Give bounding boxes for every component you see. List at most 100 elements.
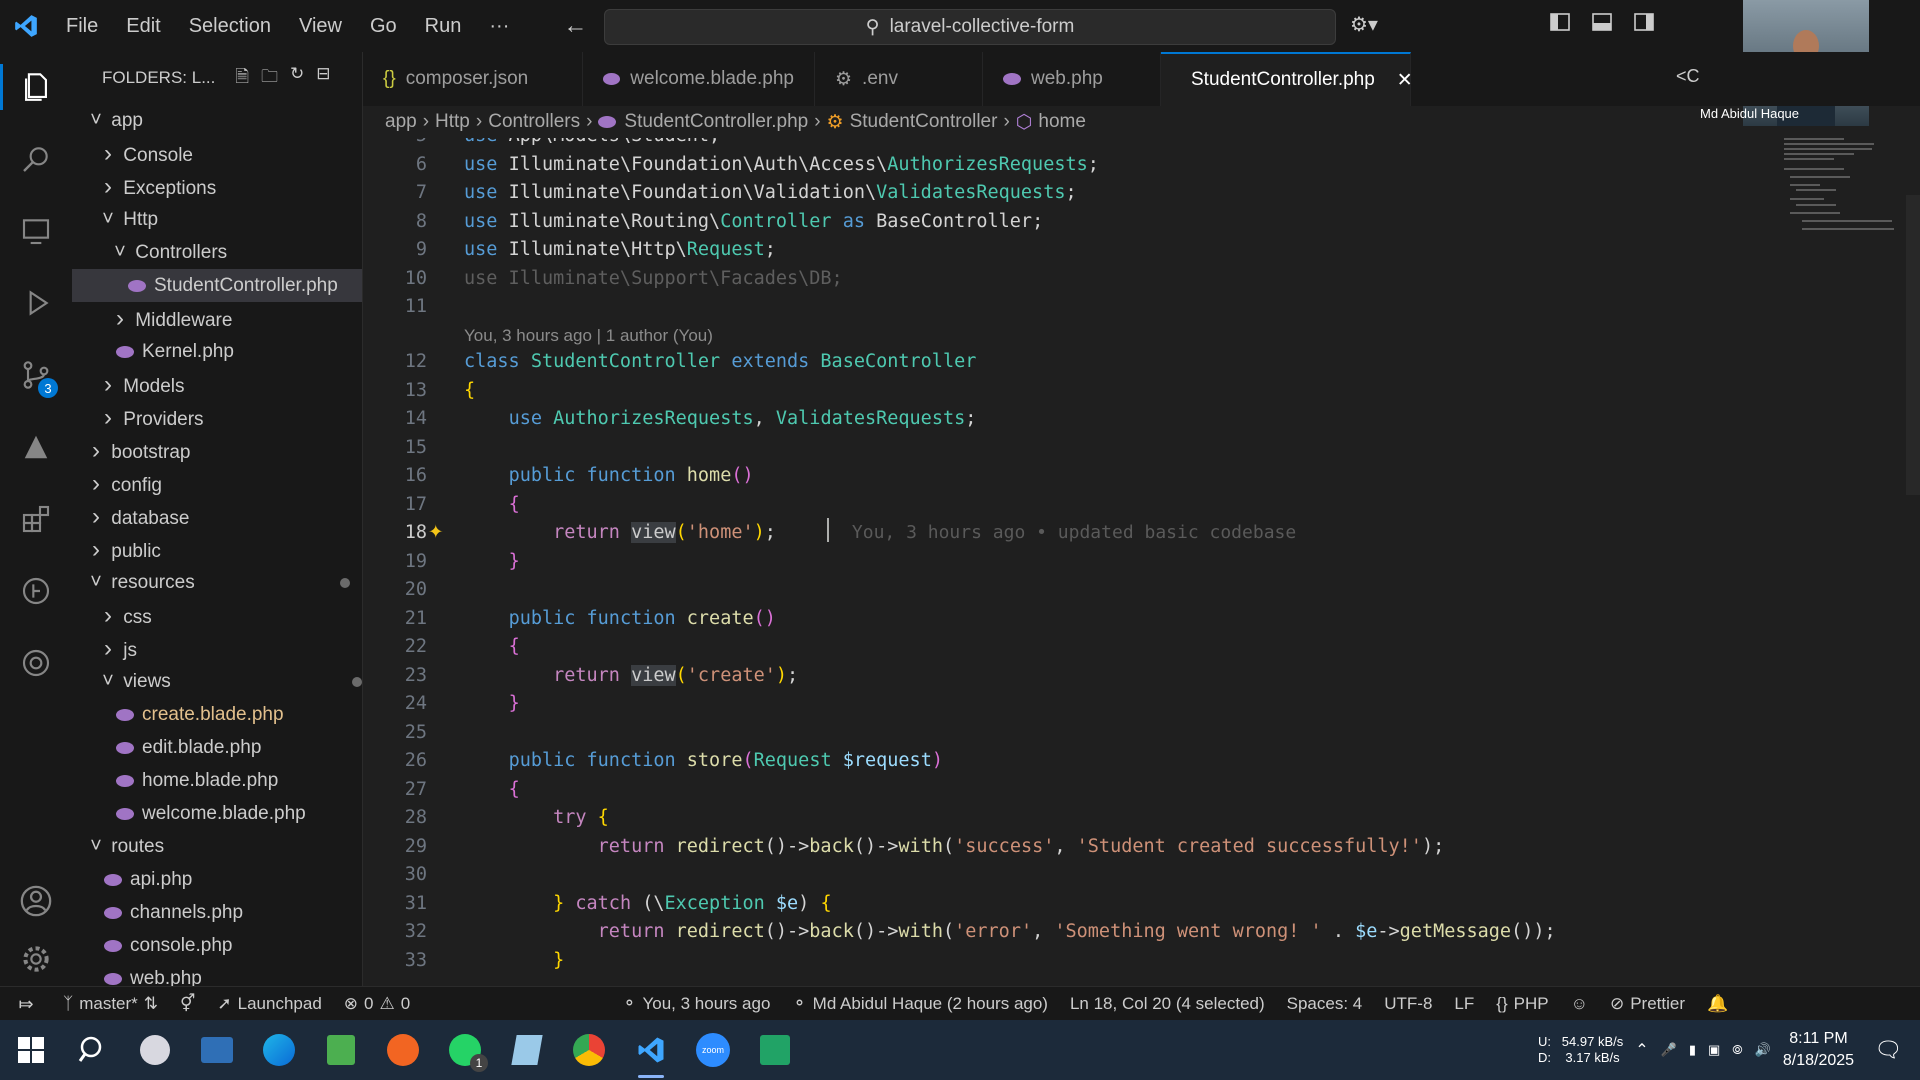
tree-folder[interactable]: › database xyxy=(72,500,362,533)
vscode-taskbar-icon[interactable] xyxy=(620,1020,682,1080)
code-editor[interactable]: 5 use App\Models\Student; 6 use Illuminate\… xyxy=(363,138,1920,986)
tree-file[interactable]: welcome.blade.php xyxy=(72,797,362,830)
breadcrumb-item[interactable]: StudentController xyxy=(850,111,998,133)
menu-item-go[interactable]: Go xyxy=(356,0,411,52)
tree-folder[interactable]: › Providers xyxy=(72,401,362,434)
notepad-icon[interactable] xyxy=(310,1020,372,1080)
tree-folder[interactable]: ˅ Controllers xyxy=(72,236,362,269)
close-icon[interactable]: ✕ xyxy=(1397,69,1413,92)
prettier-status[interactable]: ⊘ Prettier xyxy=(1599,994,1696,1014)
editor-tab[interactable]: web.php xyxy=(983,52,1161,106)
author-status[interactable]: ⚬ Md Abidul Haque (2 hours ago) xyxy=(781,994,1059,1014)
tree-file[interactable]: create.blade.phpM xyxy=(72,698,362,731)
branch-status[interactable]: ᛉ master* ⇅ xyxy=(52,994,169,1014)
display-icon[interactable]: ▣ xyxy=(1708,1042,1720,1058)
breadcrumb-item[interactable]: Http xyxy=(435,111,470,133)
indentation[interactable]: Spaces: 4 xyxy=(1276,994,1374,1014)
remote-indicator-icon[interactable]: ⤇ xyxy=(0,987,52,1021)
tree-folder[interactable]: › css xyxy=(72,599,362,632)
sparkle-icon[interactable]: ✦ xyxy=(428,519,444,547)
collapse-all-icon[interactable]: ⊟ xyxy=(316,64,330,93)
editor-tab[interactable]: {} composer.json xyxy=(363,52,583,106)
explorer-icon[interactable] xyxy=(0,58,72,116)
accounts-icon[interactable] xyxy=(0,872,72,930)
remote-explorer-icon[interactable] xyxy=(0,202,72,260)
command-center-search[interactable]: ⚲ laravel-collective-form xyxy=(604,9,1336,45)
toggle-sidebar-icon[interactable] xyxy=(1592,13,1612,36)
copilot-icon[interactable]: ⚙▾ xyxy=(1350,12,1378,37)
customize-layout-icon[interactable] xyxy=(1550,13,1570,36)
tree-folder[interactable]: › bootstrap xyxy=(72,434,362,467)
tree-folder[interactable]: ˅ routes xyxy=(72,830,362,863)
back-arrow-icon[interactable]: ← xyxy=(563,12,587,40)
menu-item-run[interactable]: Run xyxy=(411,0,476,52)
tree-folder[interactable]: › Console xyxy=(72,137,362,170)
tree-folder[interactable]: › js xyxy=(72,632,362,665)
gitlens-icon[interactable]: ⚥ xyxy=(169,994,206,1014)
language-mode[interactable]: {} PHP xyxy=(1485,994,1559,1014)
new-folder-icon[interactable]: 🗀 xyxy=(261,64,278,93)
chevron-up-icon[interactable]: ⌃ xyxy=(1635,1040,1648,1060)
tree-folder[interactable]: › public xyxy=(72,533,362,566)
clock[interactable]: 8:11 PM 8/18/2025 xyxy=(1783,1028,1854,1072)
tree-folder[interactable]: › Exceptions xyxy=(72,170,362,203)
copilot-status-icon[interactable]: ☺ xyxy=(1560,994,1599,1014)
source-control-icon[interactable]: 3 xyxy=(0,346,72,404)
wifi-icon[interactable]: ⦾ xyxy=(1732,1042,1742,1058)
tree-folder[interactable]: › config xyxy=(72,467,362,500)
tree-folder[interactable]: ˅ app xyxy=(72,104,362,137)
notifications-bell-icon[interactable]: 🔔 xyxy=(1696,994,1739,1014)
run-debug-icon[interactable] xyxy=(0,274,72,332)
breadcrumb-item[interactable]: home xyxy=(1038,111,1086,133)
blame-status[interactable]: ⚬ You, 3 hours ago xyxy=(611,994,781,1014)
editor-tab[interactable]: ⚙ .env xyxy=(815,52,983,106)
pen-tool-icon[interactable] xyxy=(372,1020,434,1080)
battery-icon[interactable]: ▮ xyxy=(1689,1042,1696,1058)
blame-codelens[interactable]: You, 3 hours ago | 1 author (You) xyxy=(464,322,713,350)
editor-tab[interactable]: StudentController.php ✕ xyxy=(1161,52,1413,106)
taskbar-app-icon[interactable] xyxy=(186,1020,248,1080)
tree-folder[interactable]: › Models xyxy=(72,368,362,401)
tree-file[interactable]: console.php xyxy=(72,929,362,962)
docker-icon[interactable] xyxy=(0,634,72,692)
editor-tab[interactable]: welcome.blade.php xyxy=(583,52,815,106)
menu-item-more[interactable]: ··· xyxy=(475,0,523,52)
breadcrumb-item[interactable]: Controllers xyxy=(488,111,580,133)
new-file-icon[interactable]: 🗎 xyxy=(235,64,249,93)
edge-browser-icon[interactable] xyxy=(248,1020,310,1080)
timeline-icon[interactable] xyxy=(0,562,72,620)
toggle-panel-icon[interactable] xyxy=(1634,13,1654,36)
tree-folder[interactable]: ˅ Http xyxy=(72,203,362,236)
tree-file[interactable]: channels.php xyxy=(72,896,362,929)
menu-item-edit[interactable]: Edit xyxy=(112,0,174,52)
problems-status[interactable]: ⊗ 0 ⚠ 0 xyxy=(333,994,421,1014)
tree-file[interactable]: StudentController.php xyxy=(72,269,362,302)
menu-item-view[interactable]: View xyxy=(285,0,356,52)
excel-icon[interactable] xyxy=(744,1020,806,1080)
notification-center-icon[interactable]: 🗨 xyxy=(1874,1037,1902,1063)
file-icon[interactable] xyxy=(496,1020,558,1080)
tree-file[interactable]: web.php xyxy=(72,962,362,986)
breadcrumb-item[interactable]: StudentController.php xyxy=(624,111,808,133)
extensions-icon[interactable] xyxy=(0,490,72,548)
manage-gear-icon[interactable] xyxy=(0,930,72,988)
azure-icon[interactable] xyxy=(0,418,72,476)
editor-scrollbar[interactable] xyxy=(1906,195,1920,495)
tree-folder[interactable]: ˅ views xyxy=(72,665,362,698)
refresh-icon[interactable]: ↻ xyxy=(290,64,304,93)
search-icon[interactable] xyxy=(62,1020,124,1080)
breadcrumb-item[interactable]: app xyxy=(385,111,417,133)
cursor-position[interactable]: Ln 18, Col 20 (4 selected) xyxy=(1059,994,1276,1014)
tree-file[interactable]: edit.blade.php xyxy=(72,731,362,764)
whatsapp-icon[interactable]: 1 xyxy=(434,1020,496,1080)
encoding[interactable]: UTF-8 xyxy=(1373,994,1443,1014)
taskbar-app-icon[interactable] xyxy=(124,1020,186,1080)
tree-file[interactable]: api.php xyxy=(72,863,362,896)
zoom-icon[interactable]: zoom xyxy=(682,1020,744,1080)
tree-folder[interactable]: › Middleware xyxy=(72,302,362,335)
microphone-icon[interactable]: 🎤 xyxy=(1661,1042,1677,1058)
search-icon[interactable] xyxy=(0,130,72,188)
eol[interactable]: LF xyxy=(1443,994,1485,1014)
minimap[interactable] xyxy=(1784,138,1902,258)
volume-icon[interactable]: 🔊 xyxy=(1755,1042,1771,1058)
